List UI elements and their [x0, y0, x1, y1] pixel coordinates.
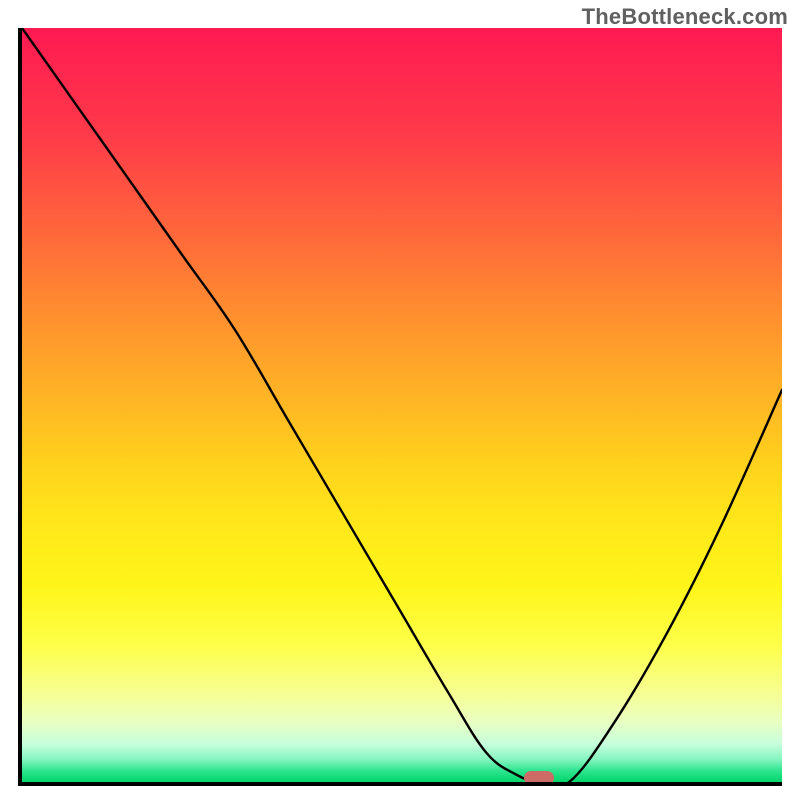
chart-container: TheBottleneck.com — [0, 0, 800, 800]
attribution-text: TheBottleneck.com — [582, 4, 788, 30]
optimum-marker — [524, 771, 554, 785]
bottleneck-curve — [22, 28, 782, 782]
plot-area — [18, 28, 782, 786]
curve-layer — [22, 28, 782, 782]
